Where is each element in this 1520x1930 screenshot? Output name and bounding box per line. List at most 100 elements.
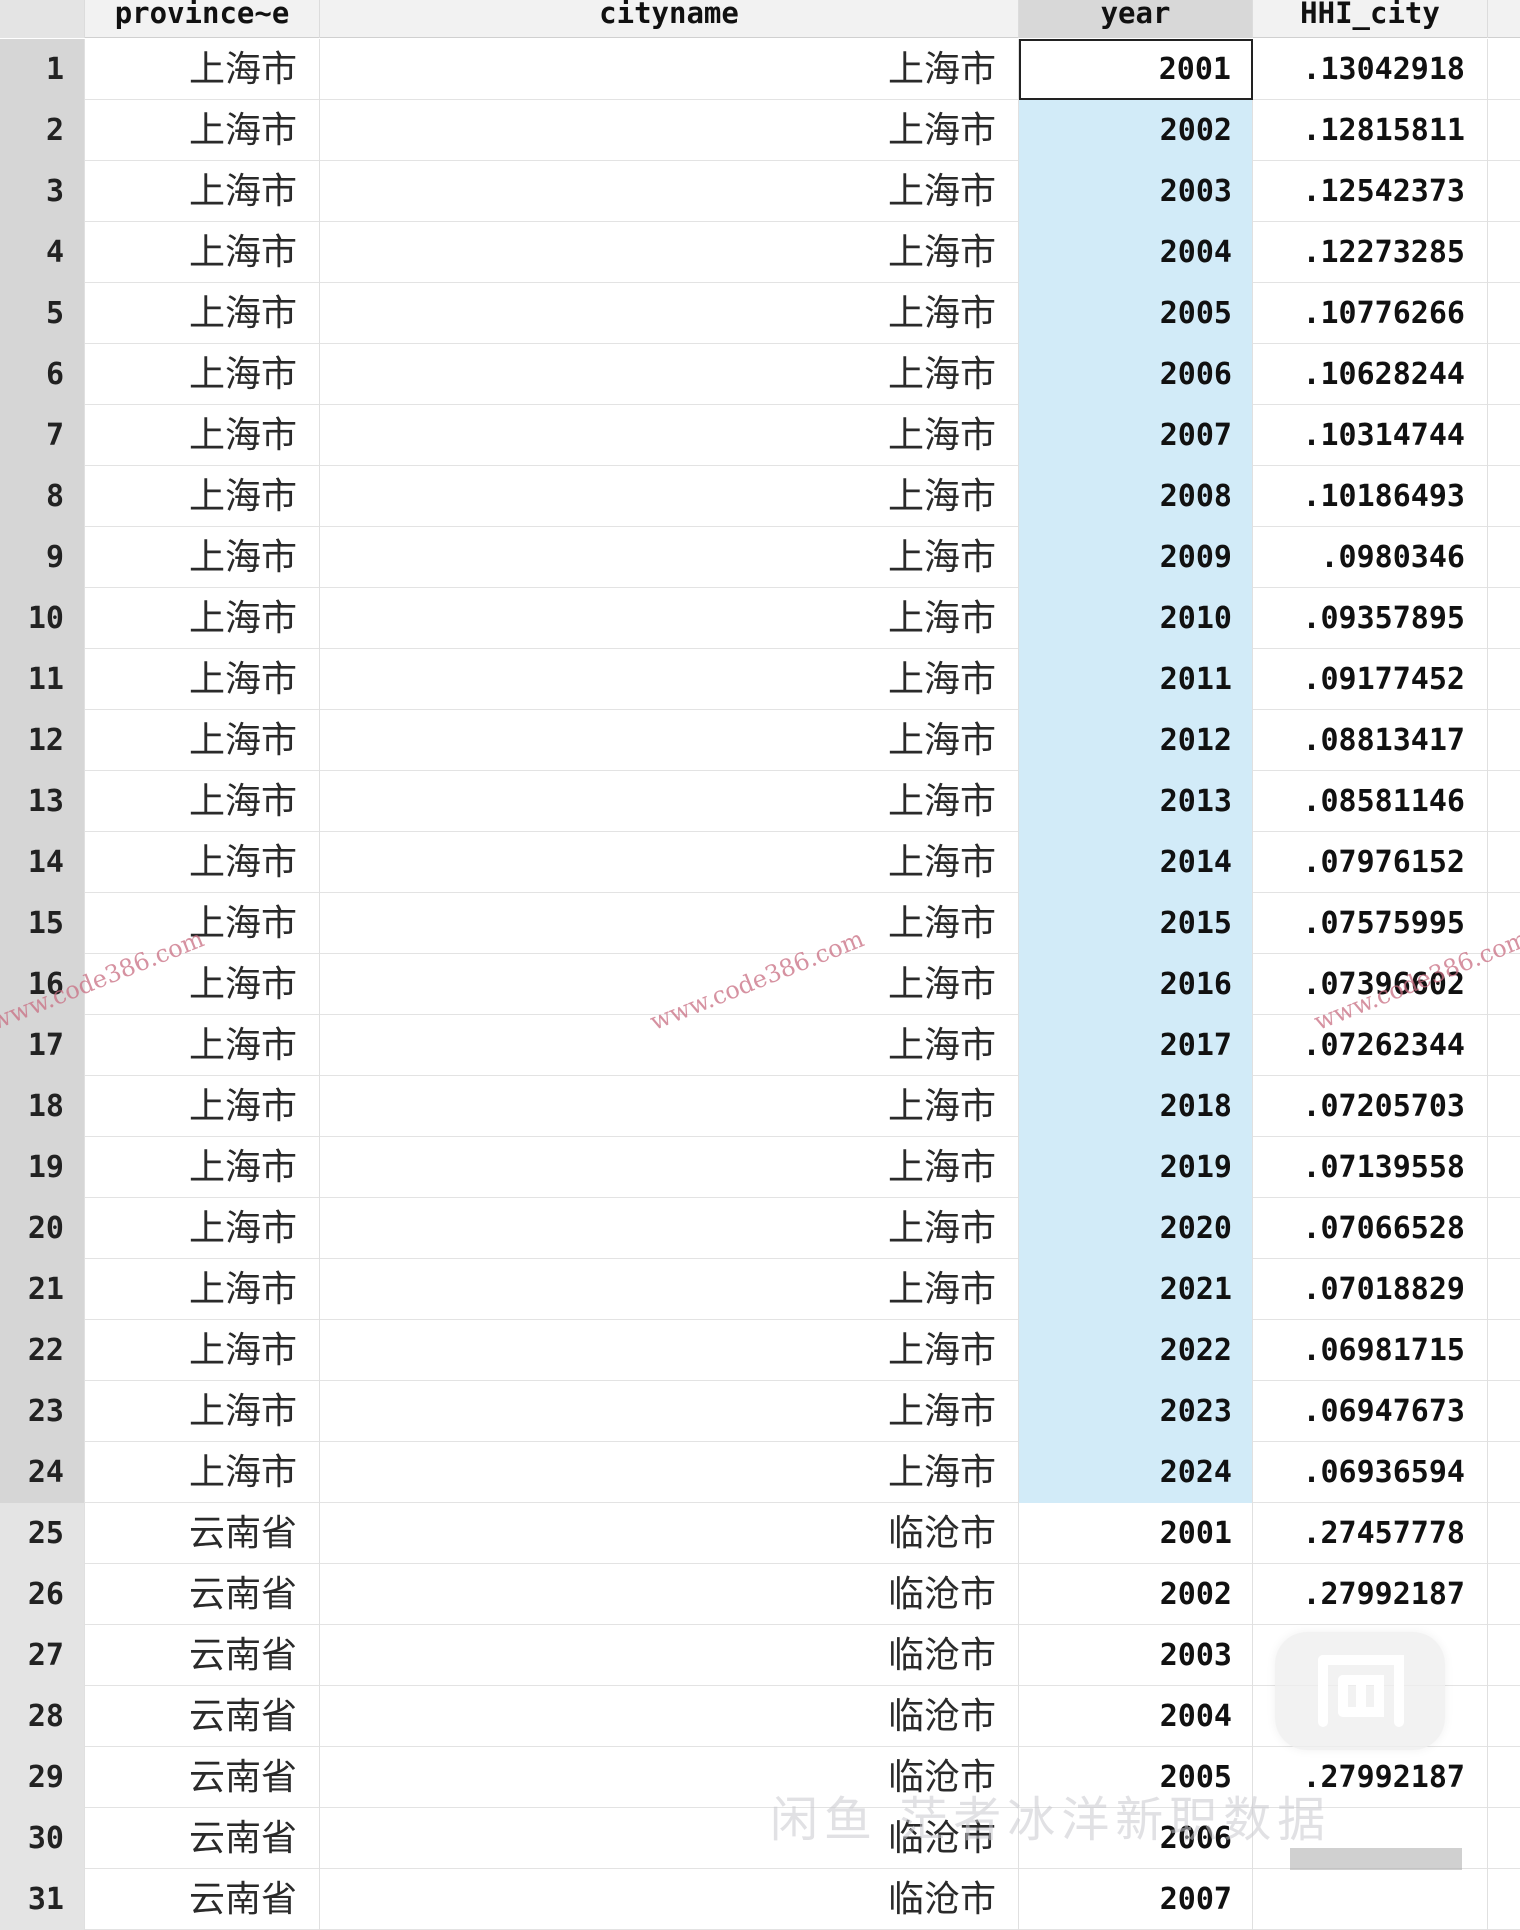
province-cell[interactable]: 上海市 [85,100,320,161]
column-header-year[interactable]: year [1019,0,1253,38]
cityname-cell[interactable]: 上海市 [320,893,1019,954]
row-index-cell[interactable]: 2 [0,100,85,161]
extra-cell[interactable] [1488,527,1520,588]
cityname-cell[interactable]: 临沧市 [320,1808,1019,1869]
province-cell[interactable]: 云南省 [85,1625,320,1686]
province-cell[interactable]: 云南省 [85,1503,320,1564]
extra-cell[interactable] [1488,1198,1520,1259]
extra-cell[interactable] [1488,954,1520,1015]
table-row[interactable]: 3 上海市 上海市 2003.12542373 [0,161,1520,222]
column-header-hhi[interactable]: HHI_city [1253,0,1488,38]
year-cell[interactable]: 2008 [1019,466,1253,527]
row-index-cell[interactable]: 13 [0,771,85,832]
table-row[interactable]: 6 上海市 上海市 2006.10628244 [0,344,1520,405]
row-index-cell[interactable]: 8 [0,466,85,527]
year-cell[interactable]: 2001 [1019,39,1253,100]
table-row[interactable]: 22 上海市 上海市 2022.06981715 [0,1320,1520,1381]
table-row[interactable]: 19 上海市 上海市 2019.07139558 [0,1137,1520,1198]
hhi-city-cell[interactable]: .12815811 [1253,100,1488,161]
extra-cell[interactable] [1488,1503,1520,1564]
hhi-city-cell[interactable]: .08581146 [1253,771,1488,832]
row-index-cell[interactable]: 18 [0,1076,85,1137]
province-cell[interactable]: 上海市 [85,588,320,649]
year-cell[interactable]: 2003 [1019,161,1253,222]
hhi-city-cell[interactable]: .09177452 [1253,649,1488,710]
table-row[interactable]: 7 上海市 上海市 2007.10314744 [0,405,1520,466]
cityname-cell[interactable]: 上海市 [320,466,1019,527]
hhi-city-cell[interactable]: .10314744 [1253,405,1488,466]
cityname-cell[interactable]: 上海市 [320,1320,1019,1381]
table-row[interactable]: 11 上海市 上海市 2011.09177452 [0,649,1520,710]
table-row[interactable]: 9 上海市 上海市 2009.0980346 [0,527,1520,588]
year-cell[interactable]: 2006 [1019,344,1253,405]
hhi-city-cell[interactable]: .07018829 [1253,1259,1488,1320]
row-index-cell[interactable]: 23 [0,1381,85,1442]
year-cell[interactable]: 2014 [1019,832,1253,893]
row-index-cell[interactable]: 22 [0,1320,85,1381]
table-row[interactable]: 13 上海市 上海市 2013.08581146 [0,771,1520,832]
extra-cell[interactable] [1488,405,1520,466]
extra-cell[interactable] [1488,283,1520,344]
hhi-city-cell[interactable]: .06936594 [1253,1442,1488,1503]
cityname-cell[interactable]: 上海市 [320,954,1019,1015]
year-cell[interactable]: 2010 [1019,588,1253,649]
cityname-cell[interactable]: 上海市 [320,283,1019,344]
extra-cell[interactable] [1488,1747,1520,1808]
row-index-cell[interactable]: 15 [0,893,85,954]
cityname-cell[interactable]: 上海市 [320,405,1019,466]
hhi-city-cell[interactable]: .07205703 [1253,1076,1488,1137]
hhi-city-cell[interactable]: .0980346 [1253,527,1488,588]
year-cell[interactable]: 2007 [1019,405,1253,466]
province-cell[interactable]: 云南省 [85,1869,320,1930]
province-cell[interactable]: 上海市 [85,771,320,832]
hhi-city-cell[interactable]: .27457778 [1253,1503,1488,1564]
year-cell[interactable]: 2003 [1019,1625,1253,1686]
extra-cell[interactable] [1488,344,1520,405]
cityname-cell[interactable]: 上海市 [320,39,1019,100]
column-header-index[interactable] [0,0,85,38]
province-cell[interactable]: 上海市 [85,1381,320,1442]
year-cell[interactable]: 2005 [1019,1747,1253,1808]
cityname-cell[interactable]: 临沧市 [320,1686,1019,1747]
table-row[interactable]: 31 云南省 临沧市 2007 [0,1869,1520,1930]
cityname-cell[interactable]: 上海市 [320,344,1019,405]
table-row[interactable]: 15 上海市 上海市 2015.07575995 [0,893,1520,954]
province-cell[interactable]: 上海市 [85,1259,320,1320]
year-cell[interactable]: 2018 [1019,1076,1253,1137]
extra-cell[interactable] [1488,1320,1520,1381]
cityname-cell[interactable]: 上海市 [320,1259,1019,1320]
hhi-city-cell[interactable]: .12273285 [1253,222,1488,283]
row-index-cell[interactable]: 28 [0,1686,85,1747]
year-cell[interactable]: 2004 [1019,222,1253,283]
hhi-city-cell[interactable]: .06981715 [1253,1320,1488,1381]
province-cell[interactable]: 上海市 [85,649,320,710]
extra-cell[interactable] [1488,649,1520,710]
row-index-cell[interactable]: 6 [0,344,85,405]
province-cell[interactable]: 上海市 [85,161,320,222]
row-index-cell[interactable]: 25 [0,1503,85,1564]
hhi-city-cell[interactable]: .27992187 [1253,1747,1488,1808]
hhi-city-cell[interactable]: .12542373 [1253,161,1488,222]
table-row[interactable]: 8 上海市 上海市 2008.10186493 [0,466,1520,527]
hhi-city-cell[interactable]: .10628244 [1253,344,1488,405]
hhi-city-cell[interactable]: .07262344 [1253,1015,1488,1076]
cityname-cell[interactable]: 上海市 [320,1076,1019,1137]
hhi-city-cell[interactable]: .27992187 [1253,1564,1488,1625]
extra-cell[interactable] [1488,1625,1520,1686]
year-cell[interactable]: 2013 [1019,771,1253,832]
row-index-cell[interactable]: 19 [0,1137,85,1198]
year-cell[interactable]: 2005 [1019,283,1253,344]
extra-cell[interactable] [1488,588,1520,649]
year-cell[interactable]: 2017 [1019,1015,1253,1076]
year-cell[interactable]: 2024 [1019,1442,1253,1503]
province-cell[interactable]: 上海市 [85,1137,320,1198]
row-index-cell[interactable]: 11 [0,649,85,710]
province-cell[interactable]: 上海市 [85,1442,320,1503]
row-index-cell[interactable]: 5 [0,283,85,344]
province-cell[interactable]: 上海市 [85,222,320,283]
row-index-cell[interactable]: 9 [0,527,85,588]
table-row[interactable]: 16 上海市 上海市 2016.07396602 [0,954,1520,1015]
row-index-cell[interactable]: 4 [0,222,85,283]
year-cell[interactable]: 2019 [1019,1137,1253,1198]
extra-cell[interactable] [1488,1259,1520,1320]
